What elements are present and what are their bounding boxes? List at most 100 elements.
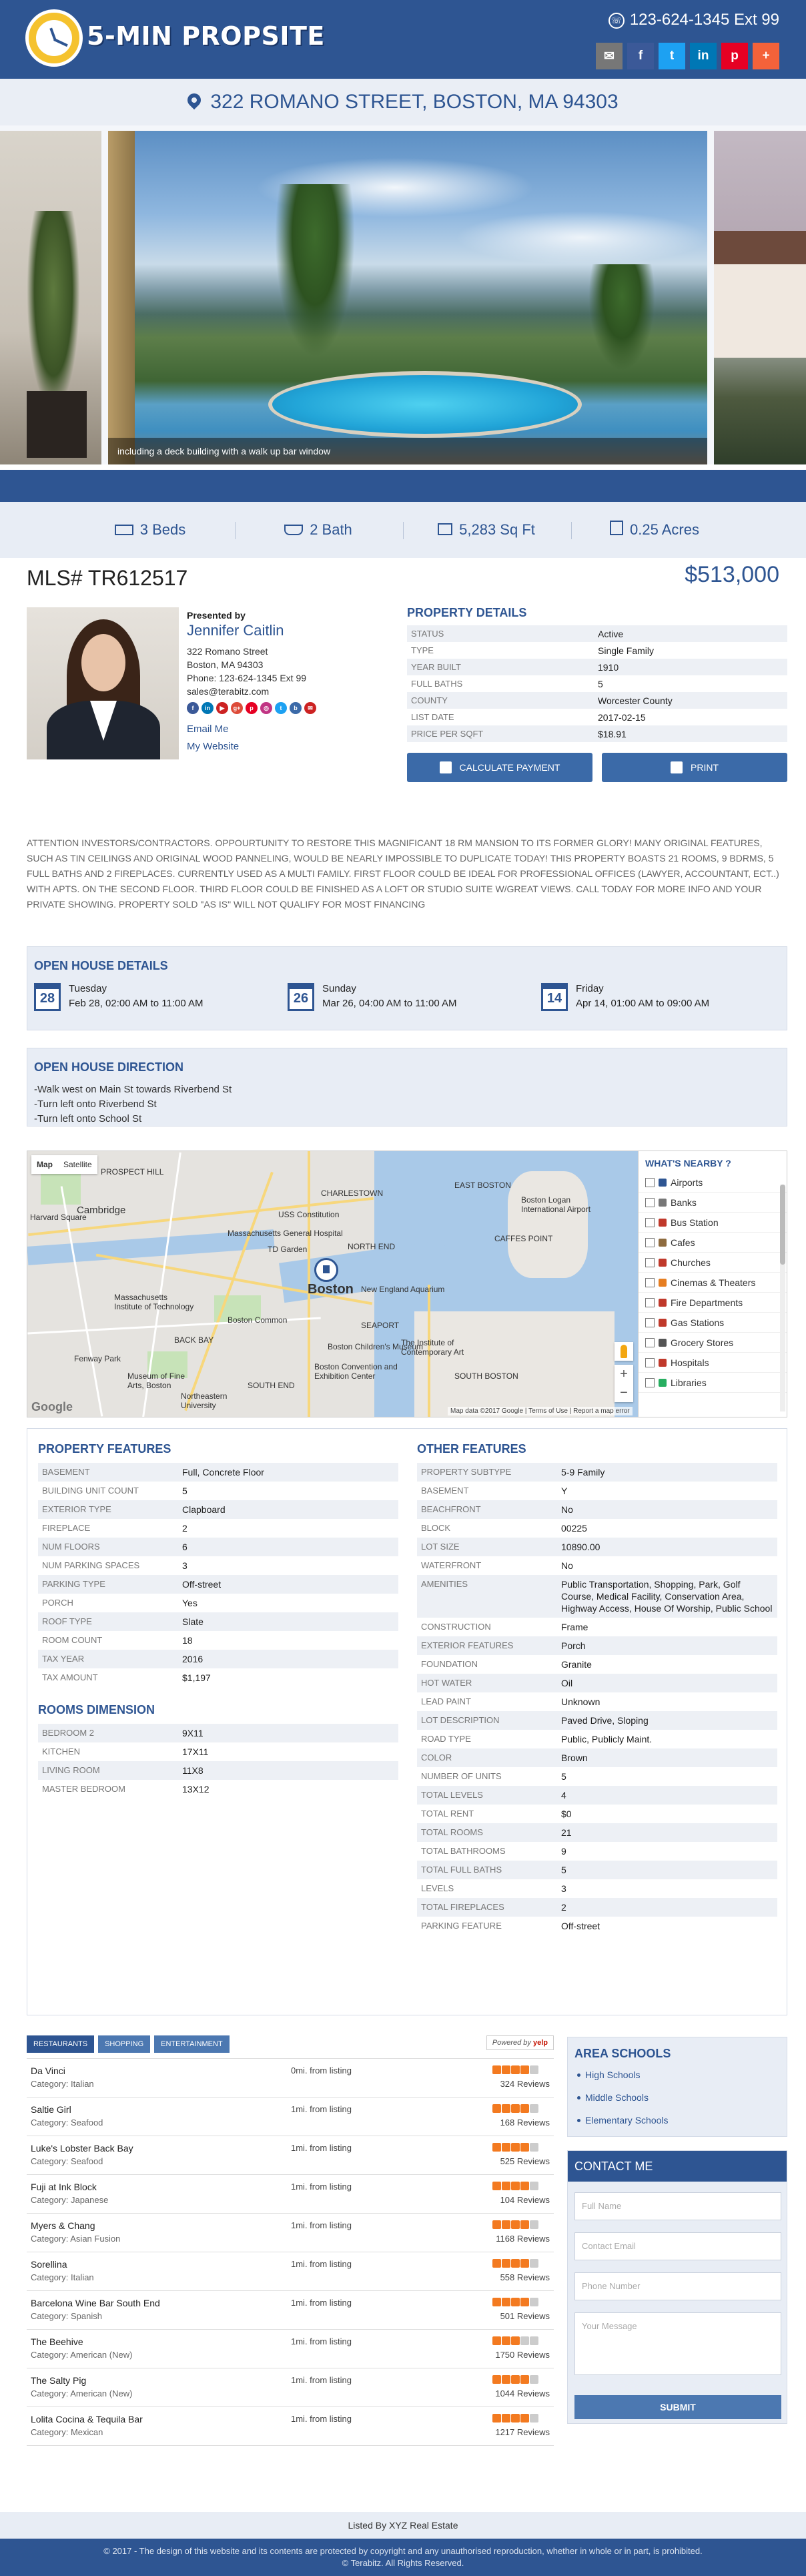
facebook-icon[interactable]: f	[187, 702, 199, 714]
street-view-pegman-icon[interactable]	[615, 1342, 633, 1361]
linkedin-icon[interactable]: in	[202, 702, 214, 714]
restaurant-name[interactable]: Sorellina	[31, 2259, 67, 2270]
gallery-next-photo[interactable]	[714, 131, 806, 464]
nearby-checkbox[interactable]	[645, 1357, 655, 1367]
youtube-icon[interactable]: ▶	[216, 702, 228, 714]
nearby-checkbox[interactable]	[645, 1217, 655, 1227]
restaurant-row[interactable]: Sorellina Category: Italian 1mi. from list…	[27, 2252, 554, 2291]
email-icon[interactable]: ✉	[304, 702, 316, 714]
agent-email[interactable]: sales@terabitz.com	[187, 685, 374, 698]
restaurant-name[interactable]: Fuji at Ink Block	[31, 2182, 97, 2192]
restaurant-name[interactable]: The Salty Pig	[31, 2375, 86, 2386]
nearby-checkbox[interactable]	[645, 1197, 655, 1207]
restaurant-row[interactable]: Fuji at Ink Block Category: Japanese 1mi. …	[27, 2175, 554, 2214]
nearby-option[interactable]: Airports	[639, 1173, 787, 1193]
nearby-option[interactable]: Churches	[639, 1253, 787, 1273]
blog-icon[interactable]: b	[290, 702, 302, 714]
nearby-checkbox[interactable]	[645, 1177, 655, 1187]
school-link[interactable]: Elementary Schools	[574, 2109, 780, 2132]
my-website-link[interactable]: My Website	[187, 738, 374, 755]
neighborhood-map[interactable]: PROSPECT HILL Cambridge Harvard Square M…	[27, 1151, 787, 1417]
restaurant-category: Category: American (New)	[31, 2350, 133, 2360]
zoom-out-button[interactable]: −	[615, 1383, 633, 1402]
school-link[interactable]: Middle Schools	[574, 2086, 780, 2109]
tab-restaurants[interactable]: RESTAURANTS	[27, 2035, 95, 2053]
calculate-payment-button[interactable]: CALCULATE PAYMENT	[407, 753, 592, 782]
photo-gallery[interactable]: including a deck building with a walk up…	[0, 125, 806, 464]
nearby-option[interactable]: Cafes	[639, 1233, 787, 1253]
restaurant-row[interactable]: Lolita Cocina & Tequila Bar Category: Mex…	[27, 2407, 554, 2446]
other-feature-row: LEAD PAINT Unknown	[417, 1692, 777, 1711]
nearby-option[interactable]: Gas Stations	[639, 1313, 787, 1333]
tab-entertainment[interactable]: ENTERTAINMENT	[154, 2035, 230, 2053]
clock-logo-icon[interactable]	[25, 9, 83, 67]
nearby-label: Libraries	[671, 1377, 707, 1388]
nearby-checkbox[interactable]	[645, 1377, 655, 1387]
print-button[interactable]: PRINT	[602, 753, 787, 782]
map-label-back-bay: BACK BAY	[174, 1335, 214, 1345]
nearby-option[interactable]: Hospitals	[639, 1353, 787, 1373]
facebook-icon[interactable]: f	[627, 43, 654, 69]
site-logo-text[interactable]: 5-MIN PROPSITE	[87, 21, 325, 51]
detail-value: Paved Drive, Sloping	[557, 1711, 777, 1730]
twitter-icon[interactable]: t	[659, 43, 685, 69]
restaurant-name[interactable]: Myers & Chang	[31, 2220, 95, 2231]
restaurant-distance: 1mi. from listing	[291, 2298, 352, 2308]
submit-button[interactable]: SUBMIT	[574, 2395, 781, 2419]
property-marker-icon[interactable]	[314, 1258, 338, 1282]
restaurant-name[interactable]: Da Vinci	[31, 2065, 65, 2076]
instagram-icon[interactable]: ◎	[260, 702, 272, 714]
twitter-icon[interactable]: t	[275, 702, 287, 714]
nearby-checkbox[interactable]	[645, 1237, 655, 1247]
message-field[interactable]: Your Message	[574, 2312, 781, 2375]
restaurant-row[interactable]: Saltie Girl Category: Seafood 1mi. from li…	[27, 2098, 554, 2136]
contact-email-field[interactable]: Contact Email	[574, 2232, 781, 2260]
pinterest-icon[interactable]: p	[246, 702, 258, 714]
header-phone[interactable]: ☏ 123-624-1345 Ext 99	[608, 11, 779, 29]
phone-number-field[interactable]: Phone Number	[574, 2272, 781, 2300]
star-icon	[520, 2104, 529, 2113]
nearby-scrollbar[interactable]	[780, 1185, 785, 1411]
gallery-prev-photo[interactable]	[0, 131, 101, 464]
map-attribution[interactable]: Map data ©2017 Google | Terms of Use | R…	[448, 1407, 633, 1415]
nearby-checkbox[interactable]	[645, 1297, 655, 1307]
restaurant-row[interactable]: Myers & Chang Category: Asian Fusion 1mi. …	[27, 2214, 554, 2252]
restaurant-row[interactable]: The Salty Pig Category: American (New) 1mi…	[27, 2368, 554, 2407]
nearby-option[interactable]: Bus Station	[639, 1213, 787, 1233]
zoom-in-button[interactable]: +	[615, 1365, 633, 1383]
nearby-option[interactable]: Banks	[639, 1193, 787, 1213]
nearby-option[interactable]: Cinemas & Theaters	[639, 1273, 787, 1293]
restaurant-name[interactable]: Saltie Girl	[31, 2104, 71, 2115]
nearby-option[interactable]: Fire Departments	[639, 1293, 787, 1313]
linkedin-icon[interactable]: in	[690, 43, 717, 69]
full-name-field[interactable]: Full Name	[574, 2192, 781, 2220]
restaurant-name[interactable]: Luke's Lobster Back Bay	[31, 2143, 133, 2154]
school-link[interactable]: High Schools	[574, 2063, 780, 2086]
nearby-option[interactable]: Grocery Stores	[639, 1333, 787, 1353]
gallery-main-photo[interactable]: including a deck building with a walk up…	[108, 131, 707, 464]
map-type-map[interactable]: Map	[31, 1155, 58, 1174]
nearby-checkbox[interactable]	[645, 1337, 655, 1347]
header-phone-number[interactable]: 123-624-1345 Ext 99	[630, 11, 779, 29]
nearby-option[interactable]: Libraries	[639, 1373, 787, 1393]
pinterest-icon[interactable]: p	[721, 43, 748, 69]
restaurant-category: Category: Asian Fusion	[31, 2234, 121, 2244]
address-bar: 322 ROMANO STREET, BOSTON, MA 94303	[0, 79, 806, 125]
restaurant-name[interactable]: Lolita Cocina & Tequila Bar	[31, 2414, 143, 2425]
restaurant-row[interactable]: Barcelona Wine Bar South End Category: Sp…	[27, 2291, 554, 2330]
plus-icon[interactable]: +	[753, 43, 779, 69]
tab-shopping[interactable]: SHOPPING	[98, 2035, 151, 2053]
restaurant-row[interactable]: Da Vinci Category: Italian 0mi. from listi…	[27, 2059, 554, 2098]
detail-label: ROOF TYPE	[38, 1612, 178, 1631]
restaurant-name[interactable]: Barcelona Wine Bar South End	[31, 2298, 160, 2308]
google-plus-icon[interactable]: g+	[231, 702, 243, 714]
map-type-satellite[interactable]: Satellite	[58, 1155, 97, 1174]
nearby-checkbox[interactable]	[645, 1317, 655, 1327]
nearby-checkbox[interactable]	[645, 1257, 655, 1267]
email-me-link[interactable]: Email Me	[187, 721, 374, 738]
restaurant-row[interactable]: The Beehive Category: American (New) 1mi. …	[27, 2330, 554, 2368]
restaurant-name[interactable]: The Beehive	[31, 2336, 83, 2347]
email-icon[interactable]: ✉	[596, 43, 623, 69]
nearby-checkbox[interactable]	[645, 1277, 655, 1287]
restaurant-row[interactable]: Luke's Lobster Back Bay Category: Seafood…	[27, 2136, 554, 2175]
